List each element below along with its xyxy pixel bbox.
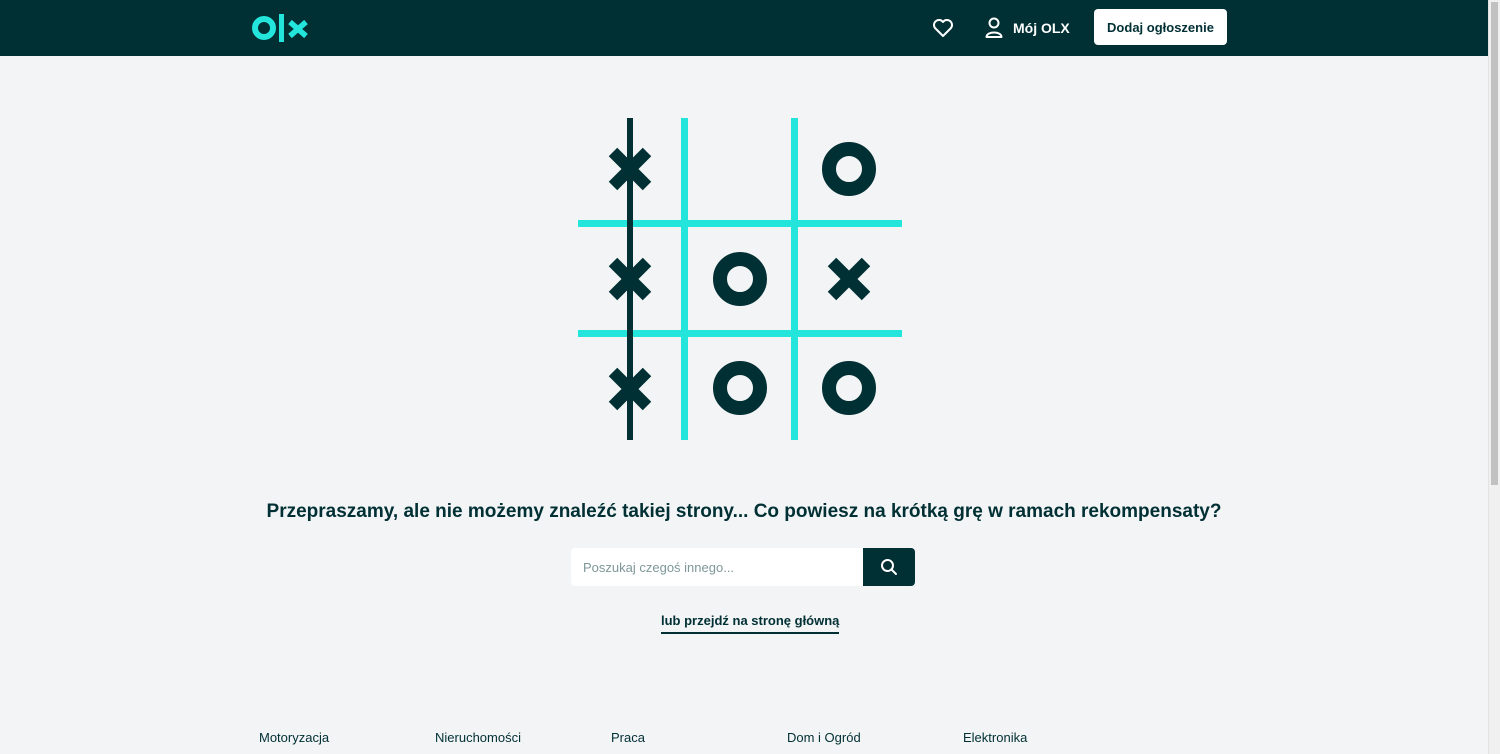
cell-1-3-o-mark[interactable]	[822, 142, 876, 196]
footer-categories: Motoryzacja Nieruchomości Praca Dom i Og…	[259, 730, 1139, 745]
error-headline: Przepraszamy, ale nie możemy znaleźć tak…	[266, 501, 1222, 522]
category-link-motoryzacja[interactable]: Motoryzacja	[259, 730, 435, 745]
cell-3-2-o-mark[interactable]	[713, 361, 767, 415]
cell-2-2-o-mark[interactable]	[713, 252, 767, 306]
scrollbar-thumb[interactable]	[1491, 2, 1498, 485]
category-link-dom-i-ogrod[interactable]: Dom i Ogród	[787, 730, 963, 745]
search-input[interactable]	[571, 548, 863, 586]
post-ad-button[interactable]: Dodaj ogłoszenie	[1094, 9, 1227, 45]
user-icon	[985, 17, 1003, 38]
category-link-praca[interactable]: Praca	[611, 730, 787, 745]
my-account-label: Mój OLX	[1013, 20, 1070, 36]
search-button[interactable]	[863, 548, 915, 586]
favorites-button[interactable]	[931, 17, 955, 39]
cell-2-3-x-mark[interactable]	[827, 257, 871, 301]
heart-icon	[933, 19, 953, 37]
grid-line-vertical-3	[791, 118, 798, 440]
grid-line-horizontal-1	[578, 220, 902, 227]
category-link-elektronika[interactable]: Elektronika	[963, 730, 1139, 745]
cell-3-3-o-mark[interactable]	[822, 361, 876, 415]
page-scrollbar[interactable]	[1488, 0, 1500, 754]
homepage-link[interactable]: lub przejdź na stronę główną	[661, 613, 840, 634]
my-account-button[interactable]: Mój OLX	[985, 16, 1070, 40]
top-navigation-bar: Mój OLX Dodaj ogłoszenie	[0, 0, 1488, 56]
category-link-nieruchomosci[interactable]: Nieruchomości	[435, 730, 611, 745]
olx-logo[interactable]	[252, 12, 310, 44]
grid-line-vertical-2	[681, 118, 688, 440]
search-icon	[881, 559, 897, 575]
grid-line-horizontal-2	[578, 330, 902, 337]
tic-tac-toe-board[interactable]	[578, 118, 902, 440]
cell-1-2-empty[interactable]	[688, 118, 791, 220]
